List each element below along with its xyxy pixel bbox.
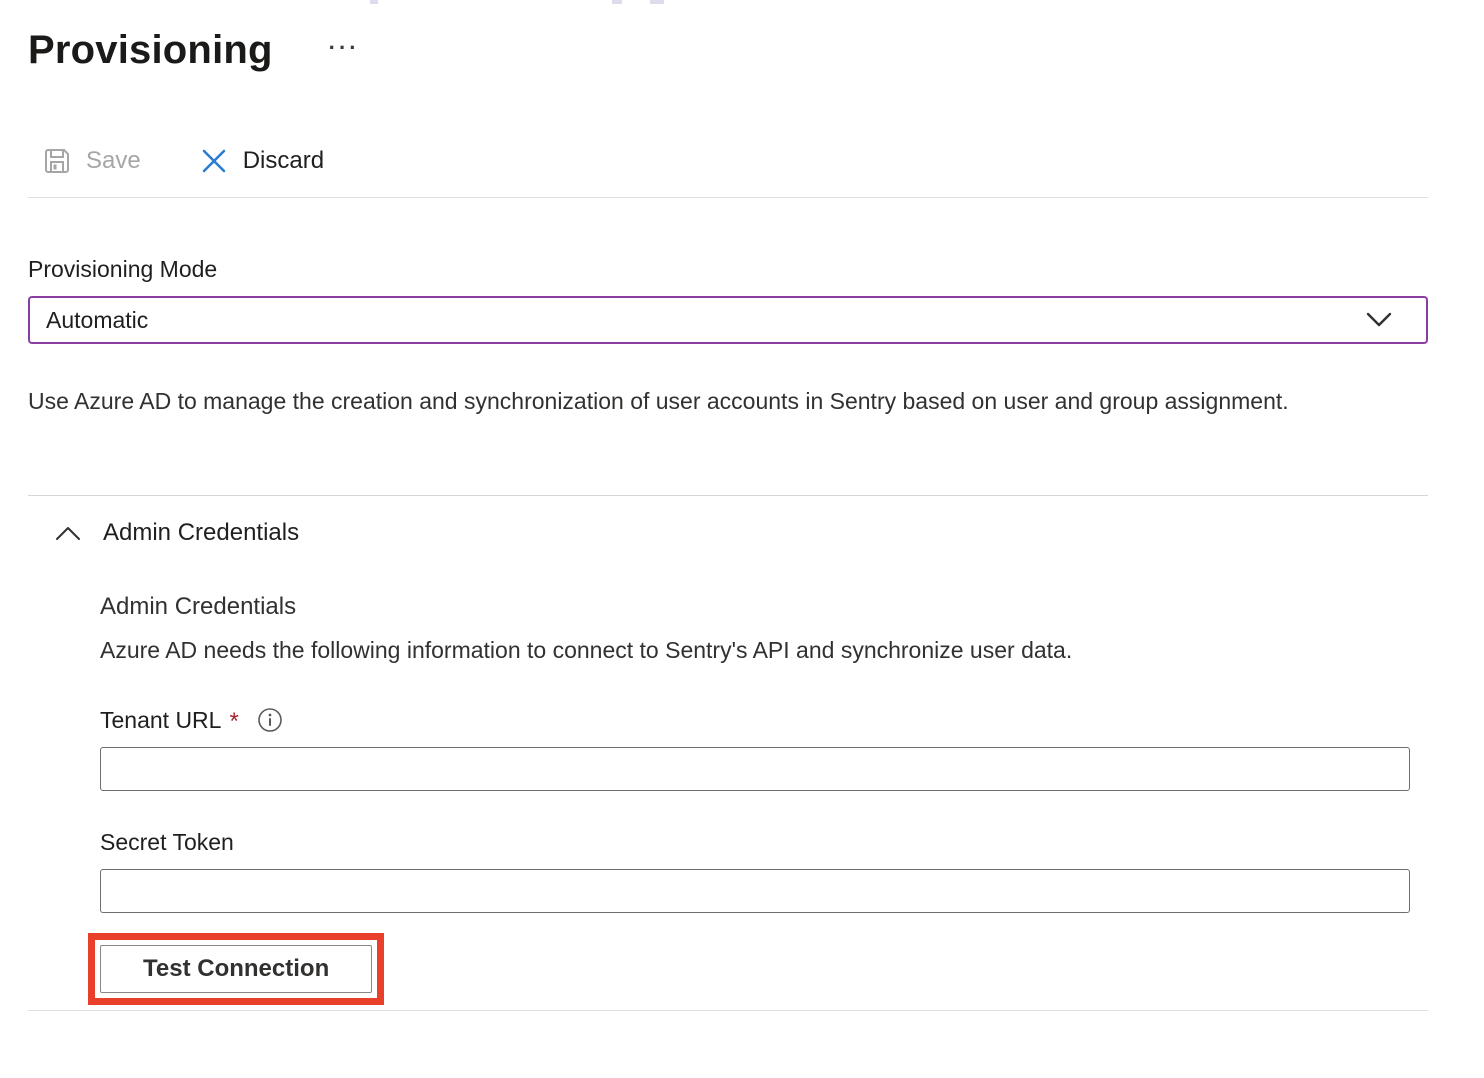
admin-credentials-panel: Admin Credentials Azure AD needs the fol… <box>100 593 1428 1005</box>
provisioning-mode-description: Use Azure AD to manage the creation and … <box>28 380 1318 422</box>
provisioning-mode-selected-value: Automatic <box>46 307 148 334</box>
provisioning-mode-label: Provisioning Mode <box>28 256 1428 283</box>
more-menu-button[interactable]: ··· <box>329 35 360 61</box>
bottom-divider <box>28 1010 1428 1011</box>
section-divider <box>28 495 1428 496</box>
command-bar: Save Discard <box>28 140 1428 182</box>
chevron-down-icon <box>1366 312 1392 328</box>
highlight-annotation: Test Connection <box>88 933 384 1005</box>
secret-token-label-row: Secret Token <box>100 829 1428 856</box>
clipped-text-remnant <box>370 0 378 4</box>
secret-token-label: Secret Token <box>100 829 234 856</box>
ellipsis-icon: ··· <box>329 35 360 60</box>
admin-credentials-description: Azure AD needs the following information… <box>100 637 1428 664</box>
provisioning-page: Provisioning ··· Save <box>0 0 1484 1078</box>
admin-credentials-heading: Admin Credentials <box>100 593 1428 621</box>
test-connection-button[interactable]: Test Connection <box>100 945 372 993</box>
clipped-text-remnant <box>612 0 622 4</box>
chevron-up-icon <box>55 525 81 541</box>
tenant-url-label: Tenant URL <box>100 707 221 734</box>
toolbar-divider <box>28 197 1428 198</box>
provisioning-mode-dropdown[interactable]: Automatic <box>28 296 1428 344</box>
page-title: Provisioning <box>28 22 273 78</box>
save-button[interactable]: Save <box>42 146 141 176</box>
x-cross-icon <box>199 146 229 176</box>
page-header: Provisioning ··· <box>28 22 1428 78</box>
tenant-url-label-row: Tenant URL * <box>100 706 1428 734</box>
clipped-text-remnant <box>650 0 664 4</box>
admin-credentials-section-title: Admin Credentials <box>103 519 299 547</box>
floppy-disk-icon <box>42 146 72 176</box>
secret-token-input[interactable] <box>100 869 1410 913</box>
discard-button-label: Discard <box>243 147 324 175</box>
discard-button[interactable]: Discard <box>199 146 324 176</box>
save-button-label: Save <box>86 147 141 175</box>
required-asterisk: * <box>229 708 238 736</box>
info-circle-icon[interactable] <box>257 707 283 733</box>
admin-credentials-section-toggle[interactable]: Admin Credentials <box>28 519 1428 547</box>
tenant-url-input[interactable] <box>100 747 1410 791</box>
